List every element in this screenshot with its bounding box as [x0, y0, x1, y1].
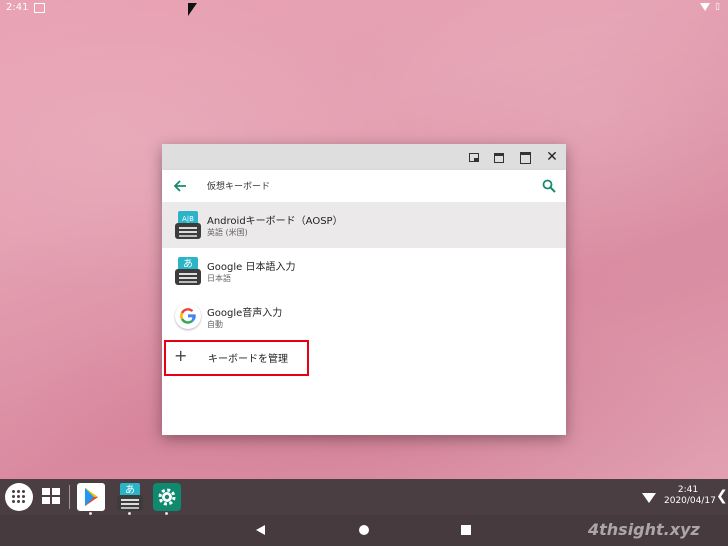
play-store-button[interactable] [77, 483, 105, 515]
restore-button[interactable] [492, 150, 506, 164]
keyboard-language: 自動 [207, 320, 223, 329]
page-title: 仮想キーボード [207, 182, 271, 192]
keyboard-name: Google 日本語入力 [207, 262, 296, 273]
wifi-icon [700, 3, 710, 11]
nav-back-icon[interactable] [256, 525, 265, 535]
maximize-icon [520, 152, 531, 164]
keyboard-language: 英語 (米国) [207, 228, 248, 237]
nav-recents-icon[interactable] [461, 525, 471, 535]
app-bar: 仮想キーボード [162, 170, 566, 202]
keyboard-item-google-japanese[interactable]: あ Google 日本語入力 日本語 [162, 248, 566, 294]
settings-button[interactable] [153, 483, 181, 515]
search-icon [542, 179, 556, 193]
windows-grid-icon [42, 488, 50, 495]
close-button[interactable]: ✕ [545, 150, 559, 164]
close-icon: ✕ [546, 149, 558, 165]
restore-icon [494, 153, 504, 163]
pip-icon [469, 153, 479, 162]
watermark: 4thsight.xyz [588, 520, 700, 539]
gear-icon [158, 488, 176, 506]
keyboard-language: 日本語 [207, 274, 231, 283]
app-drawer-button[interactable] [5, 483, 33, 511]
chevron-left-icon[interactable]: ❮ [716, 488, 728, 504]
keyboard-name: Google音声入力 [207, 308, 283, 319]
plus-icon: + [174, 346, 188, 365]
nav-home-icon[interactable] [359, 525, 369, 535]
play-store-icon [85, 488, 98, 506]
apps-grid-icon [12, 490, 15, 493]
aosp-keyboard-icon: A|B [175, 211, 201, 239]
keyboard-name: Androidキーボード（AOSP） [207, 216, 343, 227]
google-g-icon [175, 303, 201, 331]
keyboard-item-aosp[interactable]: A|B Androidキーボード（AOSP） 英語 (米国) [162, 202, 566, 248]
google-japanese-input-button[interactable]: あ [116, 483, 144, 515]
maximize-button[interactable] [518, 150, 532, 164]
search-button[interactable] [542, 178, 556, 193]
status-bar: 2:41 ▯ [0, 0, 728, 16]
wifi-icon[interactable] [642, 493, 656, 503]
status-time: 2:41 [6, 2, 29, 13]
recent-apps-button[interactable] [38, 483, 66, 511]
keyboard-item-google-voice[interactable]: Google音声入力 自動 [162, 294, 566, 340]
manage-keyboards-button[interactable]: + キーボードを管理 [164, 340, 309, 376]
google-japanese-input-icon: あ [175, 257, 201, 285]
window-titlebar[interactable]: ✕ [162, 144, 566, 170]
battery-icon: ▯ [715, 2, 720, 12]
virtual-keyboard-window: ✕ 仮想キーボード A|B Androidキーボード（AOSP） 英語 (米国) [162, 144, 566, 435]
taskbar: あ 2:41 2020/04/17 ❮ [0, 479, 728, 515]
manage-keyboards-label: キーボードを管理 [208, 354, 288, 365]
taskbar-clock[interactable]: 2:41 2020/04/17 [664, 485, 716, 507]
arrow-left-icon [173, 180, 186, 192]
back-button[interactable] [172, 178, 188, 194]
clock-time: 2:41 [677, 485, 699, 495]
pip-button[interactable] [466, 150, 480, 164]
screenshot-notification-icon [34, 3, 45, 13]
taskbar-divider [69, 485, 70, 509]
mouse-cursor-icon [188, 3, 197, 16]
clock-date: 2020/04/17 [664, 496, 716, 506]
